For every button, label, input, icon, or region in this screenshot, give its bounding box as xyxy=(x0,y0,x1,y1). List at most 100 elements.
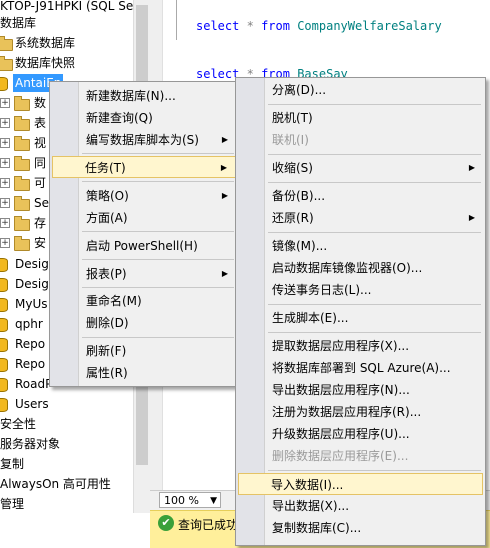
submenu-arrow-icon: ▶ xyxy=(221,135,228,144)
menu-item-facets[interactable]: 方面(A) xyxy=(52,207,236,229)
database-icon xyxy=(0,258,8,272)
menu-item-label: 备份(B)... xyxy=(272,189,326,203)
tree-node-label: 安全性 xyxy=(0,417,37,431)
database-icon xyxy=(0,77,8,91)
menu-item-launch-mirroring-monitor[interactable]: 启动数据库镜像监视器(O)... xyxy=(238,257,483,279)
menu-separator xyxy=(82,153,234,154)
tree-node-label: RoadP xyxy=(15,377,53,391)
menu-separator xyxy=(82,259,234,260)
menu-item-label: 刷新(F) xyxy=(86,344,127,358)
expand-plus-icon[interactable]: + xyxy=(0,118,10,128)
tree-node-label: Desig xyxy=(15,277,49,291)
folder-icon xyxy=(0,36,13,51)
menu-item-start-powershell[interactable]: 启动 PowerShell(H) xyxy=(52,235,236,257)
menu-item-export-data[interactable]: 导出数据(X)... xyxy=(238,495,483,517)
expand-plus-icon[interactable]: + xyxy=(0,138,10,148)
menu-item-rename[interactable]: 重命名(M) xyxy=(52,290,236,312)
folder-icon xyxy=(14,136,30,151)
database-icon xyxy=(0,358,8,372)
menu-item-restore[interactable]: 还原(R) ▶ xyxy=(238,207,483,229)
menu-item-label: 提取数据层应用程序(X)... xyxy=(272,339,410,353)
menu-item-properties[interactable]: 属性(R) xyxy=(52,362,236,384)
database-icon xyxy=(0,298,8,312)
chevron-down-icon: ▼ xyxy=(210,496,217,506)
menu-item-label: 收缩(S) xyxy=(272,161,313,175)
tree-node-label: Users xyxy=(15,397,49,411)
menu-item-label: 传送事务日志(L)... xyxy=(272,283,372,297)
menu-item-detach[interactable]: 分离(D)... xyxy=(238,79,483,101)
folder-icon xyxy=(14,176,30,191)
tree-node-label: 表 xyxy=(34,116,47,130)
menu-item-extract-data-tier-app[interactable]: 提取数据层应用程序(X)... xyxy=(238,335,483,357)
tree-node-label: qphr xyxy=(15,317,43,331)
expand-plus-icon[interactable]: + xyxy=(0,218,10,228)
expand-plus-icon[interactable]: + xyxy=(0,178,10,188)
menu-item-label: 升级数据层应用程序(U)... xyxy=(272,427,410,441)
expand-plus-icon[interactable]: + xyxy=(0,198,10,208)
menu-separator xyxy=(82,337,234,338)
database-icon xyxy=(0,318,8,332)
menu-separator xyxy=(82,287,234,288)
menu-item-label: 方面(A) xyxy=(86,211,128,225)
expand-plus-icon[interactable]: + xyxy=(0,98,10,108)
menu-item-deploy-to-sql-azure[interactable]: 将数据库部署到 SQL Azure(A)... xyxy=(238,357,483,379)
menu-item-policies[interactable]: 策略(O) ▶ xyxy=(52,185,236,207)
submenu-arrow-icon: ▶ xyxy=(221,191,228,200)
menu-item-label: 导入数据(I)... xyxy=(271,478,344,492)
menu-item-reports[interactable]: 报表(P) ▶ xyxy=(52,263,236,285)
menu-item-export-data-tier-app[interactable]: 导出数据层应用程序(N)... xyxy=(238,379,483,401)
menu-separator xyxy=(82,231,234,232)
folder-icon xyxy=(14,196,30,211)
sql-operator: * xyxy=(246,19,254,33)
menu-separator xyxy=(268,470,481,471)
menu-item-import-data[interactable]: 导入数据(I)... xyxy=(238,473,483,495)
menu-item-label: 将数据库部署到 SQL Azure(A)... xyxy=(272,361,451,375)
menu-item-label: 删除(D) xyxy=(86,316,129,330)
menu-item-refresh[interactable]: 刷新(F) xyxy=(52,340,236,362)
tree-node-label: Repo xyxy=(15,337,46,351)
menu-item-label: 还原(R) xyxy=(272,211,314,225)
menu-item-label: 删除数据层应用程序(E)... xyxy=(272,449,409,463)
menu-item-shrink[interactable]: 收缩(S) ▶ xyxy=(238,157,483,179)
menu-item-copy-database[interactable]: 复制数据库(C)... xyxy=(238,517,483,539)
submenu-arrow-icon: ▶ xyxy=(221,269,228,278)
menu-item-delete[interactable]: 删除(D) xyxy=(52,312,236,334)
menu-item-delete-data-tier-app[interactable]: 删除数据层应用程序(E)... xyxy=(238,445,483,467)
menu-item-label: 联机(I) xyxy=(272,133,309,147)
menu-item-label: 导出数据(X)... xyxy=(272,499,350,513)
menu-separator xyxy=(268,154,481,155)
menu-item-backup[interactable]: 备份(B)... xyxy=(238,185,483,207)
menu-item-tasks[interactable]: 任务(T) ▶ xyxy=(52,156,236,178)
menu-item-label: 策略(O) xyxy=(86,189,129,203)
expand-plus-icon[interactable]: + xyxy=(0,238,10,248)
database-icon xyxy=(0,338,8,352)
menu-item-upgrade-data-tier-app[interactable]: 升级数据层应用程序(U)... xyxy=(238,423,483,445)
tree-node-label: 同 xyxy=(34,156,47,170)
menu-item-register-data-tier-app[interactable]: 注册为数据层应用程序(R)... xyxy=(238,401,483,423)
menu-separator xyxy=(268,332,481,333)
menu-item-label: 镜像(M)... xyxy=(272,239,328,253)
tree-node-label: Desig xyxy=(15,257,49,271)
menu-item-generate-scripts[interactable]: 生成脚本(E)... xyxy=(238,307,483,329)
menu-item-new-database[interactable]: 新建数据库(N)... xyxy=(52,85,236,107)
sql-keyword: select xyxy=(196,67,240,81)
menu-item-label: 生成脚本(E)... xyxy=(272,311,349,325)
menu-item-label: 分离(D)... xyxy=(272,83,327,97)
menu-item-script-database-as[interactable]: 编写数据库脚本为(S) ▶ xyxy=(52,129,236,151)
tree-node-label: AlwaysOn 高可用性 xyxy=(0,477,111,491)
tree-node-label: MyUs xyxy=(15,297,48,311)
menu-item-take-offline[interactable]: 脱机(T) xyxy=(238,107,483,129)
database-icon xyxy=(0,398,8,412)
tree-node-label: 存 xyxy=(34,216,47,230)
zoom-dropdown[interactable]: 100 % ▼ xyxy=(159,492,221,508)
sql-line: select * from CompanyWelfareSalary xyxy=(196,19,442,33)
menu-item-ship-transaction-logs[interactable]: 传送事务日志(L)... xyxy=(238,279,483,301)
sql-keyword: select xyxy=(196,19,240,33)
menu-item-bring-online[interactable]: 联机(I) xyxy=(238,129,483,151)
tasks-submenu: 分离(D)... 脱机(T) 联机(I) 收缩(S) ▶ 备份(B)... 还原(… xyxy=(235,77,486,546)
submenu-arrow-icon: ▶ xyxy=(220,163,227,172)
menu-item-new-query[interactable]: 新建查询(Q) xyxy=(52,107,236,129)
menu-item-mirror[interactable]: 镜像(M)... xyxy=(238,235,483,257)
folder-icon xyxy=(14,156,30,171)
expand-plus-icon[interactable]: + xyxy=(0,158,10,168)
